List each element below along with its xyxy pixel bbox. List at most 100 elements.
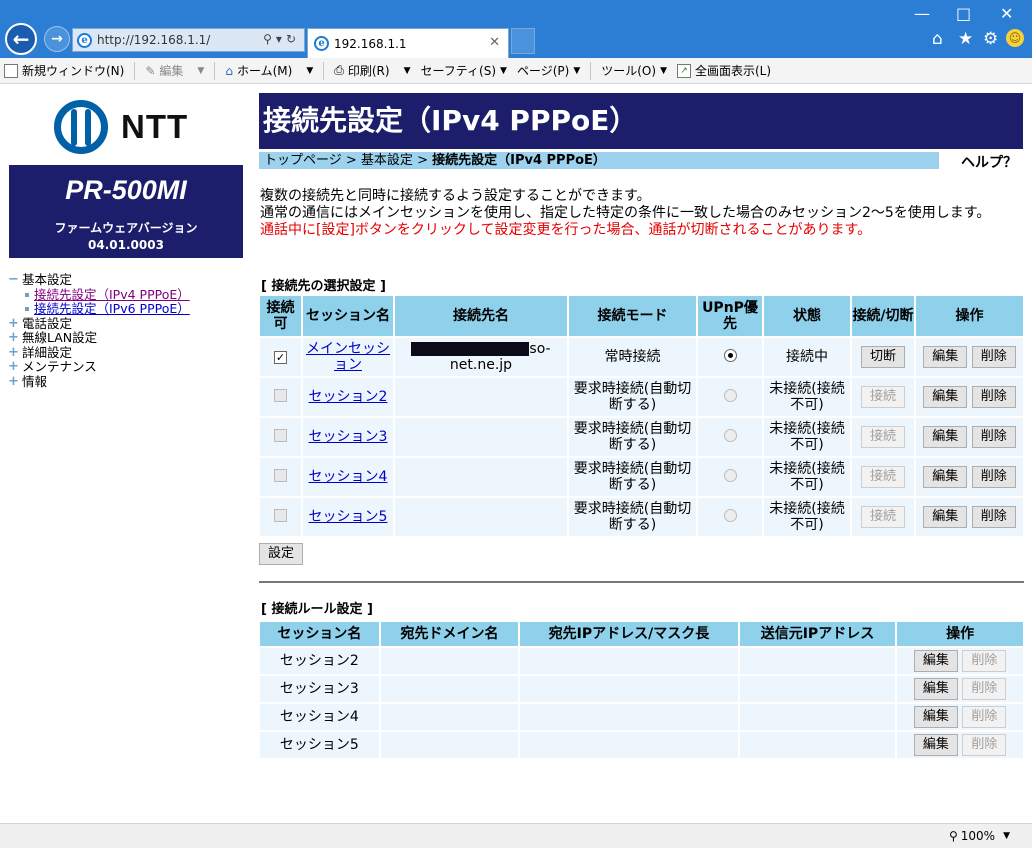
col-header: セッション名 — [260, 622, 379, 646]
delete-button[interactable]: 削除 — [962, 650, 1006, 672]
session-name-link[interactable]: セッション5 — [309, 509, 388, 525]
delete-button[interactable]: 削除 — [972, 506, 1016, 528]
edit-button[interactable]: 編集 — [923, 346, 967, 368]
new-window-icon — [4, 64, 18, 78]
tools-menu[interactable]: ツール(O)▼ — [601, 62, 667, 79]
session-name-link[interactable]: セッション4 — [309, 469, 388, 485]
submenu-item-ipv6[interactable]: 接続先設定（IPv6 PPPoE） — [8, 302, 190, 317]
separator — [214, 62, 215, 80]
upnp-radio[interactable] — [724, 349, 737, 362]
status-cell: 未接続(接続不可) — [764, 378, 850, 416]
upnp-radio[interactable] — [724, 389, 737, 402]
rule-session-name: セッション5 — [260, 732, 379, 758]
zoom-level: 100% — [961, 829, 995, 843]
breadcrumb-basic[interactable]: 基本設定 — [361, 153, 413, 168]
zoom-control[interactable]: ⚲ 100% ▼ — [949, 829, 1010, 843]
table-row: ✓ メインセッション so-net.ne.jp 常時接続 接続中 切断 編集 削… — [260, 338, 1023, 376]
favorites-star-icon[interactable]: ★ — [958, 29, 973, 49]
browser-tab[interactable]: e 192.168.1.1 ✕ — [307, 28, 509, 58]
arrow-right-icon: → — [51, 31, 63, 47]
enable-checkbox[interactable] — [274, 429, 287, 442]
mode-cell: 要求時接続(自動切断する) — [569, 418, 696, 456]
fullscreen-icon: ↗ — [677, 64, 691, 78]
back-button[interactable]: ← — [5, 23, 37, 55]
delete-button[interactable]: 削除 — [972, 346, 1016, 368]
col-header: 接続モード — [569, 296, 696, 336]
help-button[interactable]: ヘルプ？ — [939, 152, 1023, 175]
connect-button[interactable]: 接続 — [861, 386, 905, 408]
col-header: セッション名 — [303, 296, 393, 336]
table-row: セッション4 要求時接続(自動切断する) 未接続(接続不可) 接続 編集 削除 — [260, 458, 1023, 496]
minus-icon: − — [8, 273, 22, 288]
maximize-button[interactable]: □ — [956, 4, 971, 23]
menu-item-info[interactable]: +情報 — [8, 375, 190, 390]
menu-item-basic[interactable]: −基本設定 — [8, 273, 190, 288]
disconnect-button[interactable]: 切断 — [861, 346, 905, 368]
rules-table: セッション名 宛先ドメイン名 宛先IPアドレス/マスク長 送信元IPアドレス 操… — [258, 620, 1025, 760]
enable-checkbox[interactable] — [274, 389, 287, 402]
edit-button[interactable]: 編集 — [914, 734, 958, 756]
session-name-link[interactable]: セッション3 — [309, 429, 388, 445]
ie-icon: e — [77, 33, 92, 48]
upnp-radio[interactable] — [724, 429, 737, 442]
delete-button[interactable]: 削除 — [972, 386, 1016, 408]
divider — [259, 581, 1024, 583]
print-button[interactable]: ⎙印刷(R)▼ — [334, 62, 410, 79]
fullscreen-button[interactable]: ↗全画面表示(L) — [677, 62, 771, 79]
menu-item-phone[interactable]: +電話設定 — [8, 317, 190, 332]
connect-button[interactable]: 接続 — [861, 466, 905, 488]
upnp-radio[interactable] — [724, 509, 737, 522]
gear-icon[interactable]: ⚙ — [983, 29, 998, 49]
separator — [323, 62, 324, 80]
session-name-link[interactable]: セッション2 — [309, 389, 388, 405]
col-header: 操作 — [897, 622, 1023, 646]
new-tab-button[interactable] — [511, 28, 535, 54]
destination-cell — [395, 458, 567, 496]
edit-button[interactable]: 編集 — [914, 650, 958, 672]
submenu-item-ipv4[interactable]: 接続先設定（IPv4 PPPoE） — [8, 288, 190, 303]
address-bar[interactable]: e http://192.168.1.1/ ⚲▾↻ — [72, 28, 305, 52]
close-window-button[interactable]: ✕ — [1000, 4, 1013, 23]
delete-button[interactable]: 削除 — [962, 734, 1006, 756]
delete-button[interactable]: 削除 — [972, 466, 1016, 488]
session-name-link[interactable]: メインセッション — [306, 341, 390, 373]
edit-button[interactable]: 編集 — [914, 678, 958, 700]
table-header-row: 接続可 セッション名 接続先名 接続モード UPnP優先 状態 接続/切断 操作 — [260, 296, 1023, 336]
edit-button[interactable]: 編集 — [923, 506, 967, 528]
page-menu[interactable]: ページ(P)▼ — [517, 62, 580, 79]
upnp-radio[interactable] — [724, 469, 737, 482]
breadcrumb-top[interactable]: トップページ — [264, 153, 342, 168]
delete-button[interactable]: 削除 — [962, 678, 1006, 700]
delete-button[interactable]: 削除 — [962, 706, 1006, 728]
forward-button[interactable]: → — [44, 26, 70, 52]
connect-button[interactable]: 接続 — [861, 506, 905, 528]
edit-button[interactable]: 編集 — [923, 386, 967, 408]
tab-close-icon[interactable]: ✕ — [489, 35, 500, 50]
col-header: 接続/切断 — [852, 296, 914, 336]
delete-button[interactable]: 削除 — [972, 426, 1016, 448]
set-button[interactable]: 設定 — [259, 543, 303, 565]
section-title-rules: [ 接続ルール設定 ] — [261, 598, 373, 617]
edit-button[interactable]: 編集 — [923, 426, 967, 448]
new-window-button[interactable]: 新規ウィンドウ(N) — [4, 62, 124, 79]
feedback-smiley-icon[interactable]: ☺ — [1006, 29, 1024, 47]
minimize-button[interactable]: — — [914, 4, 930, 23]
search-refresh-icons[interactable]: ⚲▾↻ — [263, 32, 300, 46]
menu-item-wlan[interactable]: +無線LAN設定 — [8, 331, 190, 346]
browser-titlebar: — □ ✕ ← → e http://192.168.1.1/ ⚲▾↻ e 19… — [0, 0, 1032, 58]
menu-item-maintenance[interactable]: +メンテナンス — [8, 360, 190, 375]
enable-checkbox[interactable] — [274, 509, 287, 522]
home-icon[interactable]: ⌂ — [932, 29, 943, 49]
home-menu-button[interactable]: ⌂ホーム(M)▼ — [225, 62, 313, 79]
col-header: UPnP優先 — [698, 296, 762, 336]
safety-menu[interactable]: セーフティ(S)▼ — [420, 62, 506, 79]
ntt-logo-mark — [54, 100, 108, 154]
connect-button[interactable]: 接続 — [861, 426, 905, 448]
edit-button[interactable]: 編集 — [923, 466, 967, 488]
menu-item-detail[interactable]: +詳細設定 — [8, 346, 190, 361]
edit-button[interactable]: ✎編集▼ — [145, 62, 204, 79]
edit-button[interactable]: 編集 — [914, 706, 958, 728]
enable-checkbox[interactable] — [274, 469, 287, 482]
description-line: 通常の通信にはメインセッションを使用し、指定した特定の条件に一致した場合のみセッ… — [260, 205, 1025, 222]
enable-checkbox[interactable]: ✓ — [274, 351, 287, 364]
